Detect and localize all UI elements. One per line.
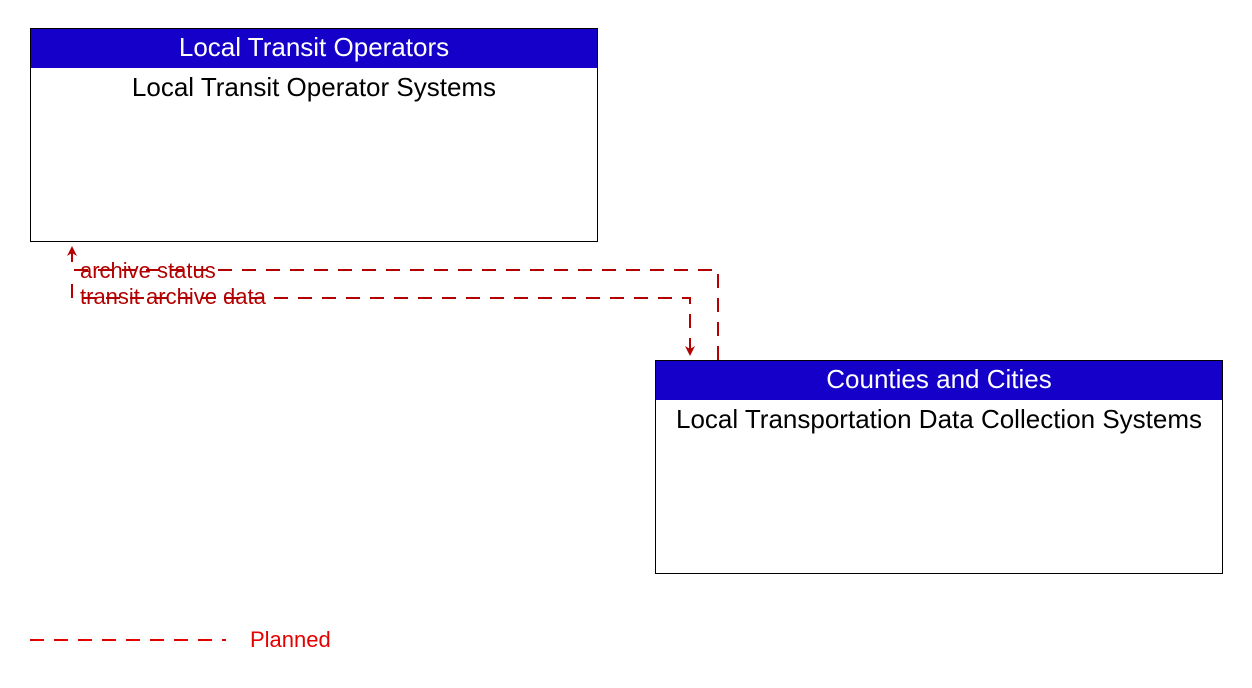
flow-label-transit-archive-data: transit archive data <box>80 284 266 310</box>
entity-body-local-transit-operator-systems: Local Transit Operator Systems <box>31 68 597 107</box>
entity-body-local-transportation-data-collection: Local Transportation Data Collection Sys… <box>656 400 1222 439</box>
entity-box-counties-and-cities: Counties and Cities Local Transportation… <box>655 360 1223 574</box>
legend-label-planned: Planned <box>250 627 331 653</box>
entity-header-counties-and-cities: Counties and Cities <box>656 361 1222 400</box>
entity-header-local-transit-operators: Local Transit Operators <box>31 29 597 68</box>
flow-label-archive-status: archive status <box>80 258 216 284</box>
entity-box-local-transit-operators: Local Transit Operators Local Transit Op… <box>30 28 598 242</box>
